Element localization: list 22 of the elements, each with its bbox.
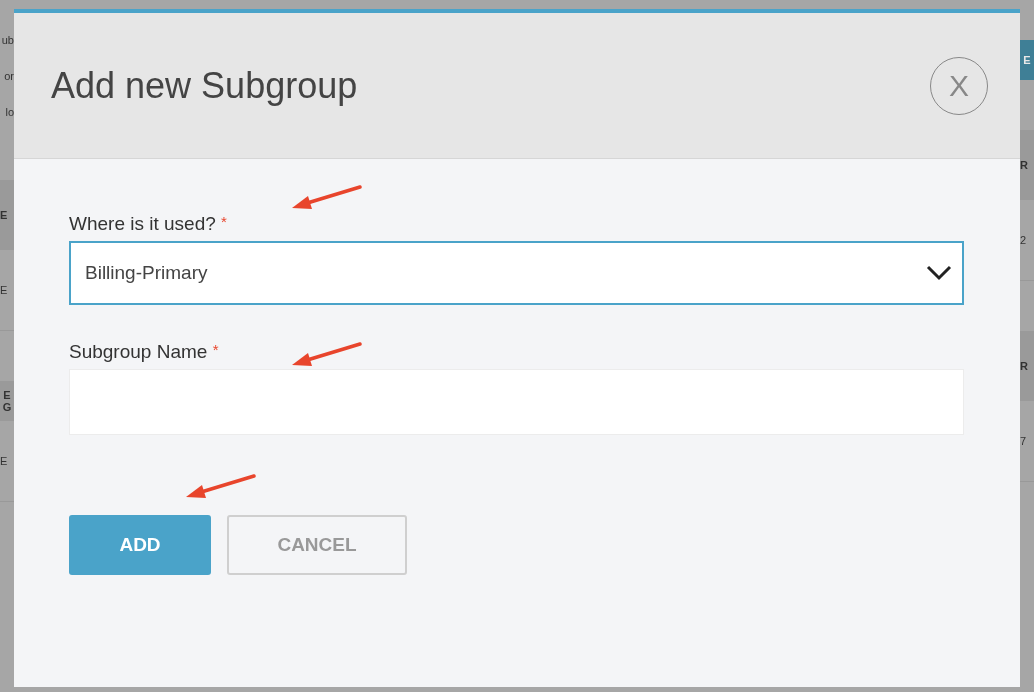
table-cell: 7 — [1020, 435, 1027, 447]
annotation-arrow — [290, 185, 362, 211]
dropdown-select[interactable]: Billing-Primary — [69, 241, 964, 305]
field-label: Subgroup Name * — [69, 341, 219, 363]
add-button[interactable]: ADD — [69, 515, 211, 575]
table-cell: E — [0, 284, 8, 296]
table-cell: E — [0, 455, 8, 467]
column-header: R — [1020, 360, 1028, 372]
background-text: lo — [5, 106, 14, 118]
annotation-arrow — [184, 474, 256, 500]
table-cell: 2 — [1020, 234, 1027, 246]
chevron-down-icon — [926, 265, 952, 281]
column-header: E — [3, 389, 11, 401]
cancel-button[interactable]: CANCEL — [227, 515, 407, 575]
background-text: or — [4, 70, 14, 82]
column-header: E — [0, 209, 8, 221]
field-label: Where is it used? * — [69, 213, 227, 235]
column-header: G — [2, 401, 12, 413]
dialog-title: Add new Subgroup — [51, 64, 358, 107]
annotation-arrow — [290, 342, 362, 368]
background-text: ub — [1, 34, 14, 46]
column-header: R — [1020, 159, 1028, 171]
